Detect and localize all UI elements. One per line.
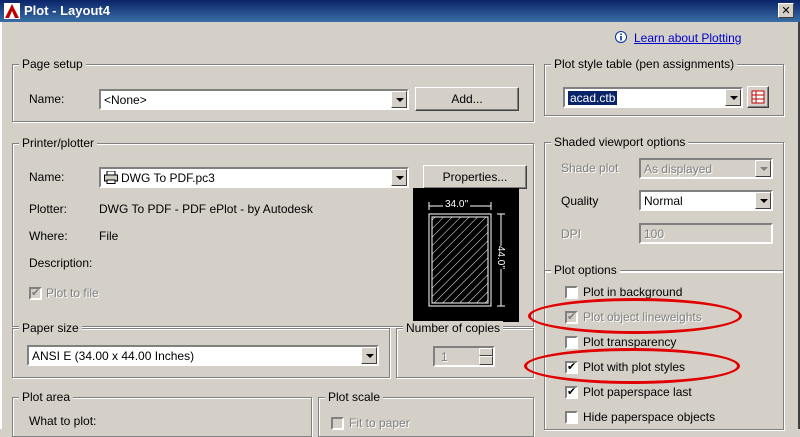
plot-scale-legend: Plot scale: [325, 390, 384, 404]
plot-to-file-checkbox[interactable]: [29, 286, 42, 300]
plot-paperspace-last-checkbox[interactable]: [565, 385, 578, 399]
plotter-label: Plotter:: [29, 202, 68, 216]
learn-about-plotting-link[interactable]: Learn about Plotting: [634, 31, 741, 45]
chevron-down-icon[interactable]: [391, 169, 407, 186]
plot-to-file-label: Plot to file: [46, 286, 99, 300]
dpi-input[interactable]: 100: [639, 223, 773, 244]
plotter-value: DWG To PDF - PDF ePlot - by Autodesk: [99, 202, 313, 216]
dialog-body: Learn about Plotting Page setup Name: <N…: [0, 22, 800, 437]
chevron-down-icon[interactable]: [361, 347, 377, 364]
plot-paperspace-last-label: Plot paperspace last: [583, 385, 692, 399]
where-value: File: [99, 229, 119, 243]
edit-table-icon: [751, 90, 765, 104]
what-to-plot-label: What to plot:: [29, 414, 97, 428]
shade-plot-dropdown[interactable]: As displayed: [639, 158, 773, 179]
plot-transparency-checkbox[interactable]: [565, 336, 578, 349]
plot-style-table-value: acad.ctb: [568, 91, 618, 105]
preview-width-label: 34.0'': [443, 199, 471, 210]
plot-transparency-label: Plot transparency: [583, 335, 677, 349]
plot-scale-group: Plot scale Fit to paper: [318, 390, 534, 437]
info-icon: [615, 31, 627, 43]
page-setup-name-value: <None>: [104, 93, 147, 107]
plot-in-background-checkbox[interactable]: [565, 286, 578, 299]
plot-object-lineweights-label: Plot object lineweights: [583, 310, 702, 324]
shade-plot-value: As displayed: [644, 162, 713, 176]
paper-size-group: Paper size ANSI E (34.00 x 44.00 Inches): [12, 321, 390, 378]
spin-up-icon[interactable]: [479, 348, 493, 356]
quality-label: Quality: [561, 194, 599, 208]
chevron-down-icon[interactable]: [391, 91, 407, 108]
plot-area-group: Plot area What to plot:: [12, 390, 312, 437]
close-button[interactable]: ✕: [778, 3, 794, 18]
chevron-down-icon[interactable]: [725, 89, 741, 106]
page-setup-name-label: Name:: [29, 92, 65, 106]
fit-to-paper-checkbox[interactable]: [331, 417, 344, 430]
plot-object-lineweights-checkbox[interactable]: [565, 310, 578, 324]
edit-plot-style-button[interactable]: [747, 86, 769, 108]
hide-paperspace-objects-label: Hide paperspace objects: [583, 410, 716, 424]
printer-plotter-group: Printer/plotter Name: DWG To PDF.pc3 Pro…: [12, 136, 534, 327]
dpi-label: DPI: [561, 227, 582, 241]
plot-in-background-label: Plot in background: [583, 285, 683, 299]
plot-options-group: Plot options Plot in background Plot obj…: [544, 263, 784, 430]
description-label: Description:: [29, 256, 93, 270]
printer-name-dropdown[interactable]: DWG To PDF.pc3: [99, 167, 409, 188]
add-page-setup-button[interactable]: Add...: [415, 87, 519, 111]
plot-area-legend: Plot area: [19, 390, 74, 404]
printer-icon: [104, 171, 118, 184]
copies-value: 1: [441, 350, 448, 364]
window-title: Plot - Layout4: [24, 3, 110, 18]
page-setup-legend: Page setup: [19, 57, 86, 71]
spin-down-icon[interactable]: [479, 356, 493, 365]
shaded-viewport-options-group: Shaded viewport options Shade plot As di…: [544, 135, 784, 272]
printer-properties-button[interactable]: Properties...: [423, 165, 527, 189]
where-label: Where:: [29, 229, 68, 243]
plot-options-legend: Plot options: [551, 263, 620, 277]
plot-style-table-group: Plot style table (pen assignments) acad.…: [544, 57, 784, 116]
plot-with-plot-styles-label: Plot with plot styles: [583, 360, 686, 374]
dpi-value: 100: [644, 227, 665, 241]
title-bar: Plot - Layout4 ✕: [0, 0, 800, 22]
preview-height-label: 44.0'': [495, 245, 507, 270]
page-setup-group: Page setup Name: <None> Add...: [12, 57, 534, 122]
paper-preview: 34.0'' 44.0'': [413, 188, 519, 322]
plot-style-table-legend: Plot style table (pen assignments): [551, 57, 738, 71]
plot-with-plot-styles-checkbox[interactable]: [565, 360, 578, 374]
printer-plotter-legend: Printer/plotter: [19, 136, 98, 150]
fit-to-paper-label: Fit to paper: [349, 416, 410, 430]
quality-value: Normal: [644, 194, 683, 208]
copies-spinner[interactable]: 1: [433, 346, 495, 367]
paper-size-value: ANSI E (34.00 x 44.00 Inches): [32, 349, 195, 363]
shade-plot-label: Shade plot: [561, 161, 619, 175]
chevron-down-icon[interactable]: [755, 160, 771, 177]
paper-size-legend: Paper size: [19, 321, 82, 335]
number-of-copies-legend: Number of copies: [403, 321, 504, 335]
number-of-copies-group: Number of copies 1: [396, 321, 534, 378]
shaded-viewport-legend: Shaded viewport options: [551, 135, 689, 149]
printer-name-value: DWG To PDF.pc3: [121, 171, 215, 185]
page-setup-name-dropdown[interactable]: <None>: [99, 89, 409, 110]
autocad-app-icon: [4, 3, 20, 19]
printer-name-label: Name:: [29, 170, 65, 184]
hide-paperspace-objects-checkbox[interactable]: [565, 411, 578, 424]
close-icon: ✕: [781, 5, 791, 17]
quality-dropdown[interactable]: Normal: [639, 190, 773, 211]
plot-style-table-dropdown[interactable]: acad.ctb: [563, 87, 743, 108]
paper-size-dropdown[interactable]: ANSI E (34.00 x 44.00 Inches): [27, 345, 379, 366]
chevron-down-icon[interactable]: [755, 192, 771, 209]
